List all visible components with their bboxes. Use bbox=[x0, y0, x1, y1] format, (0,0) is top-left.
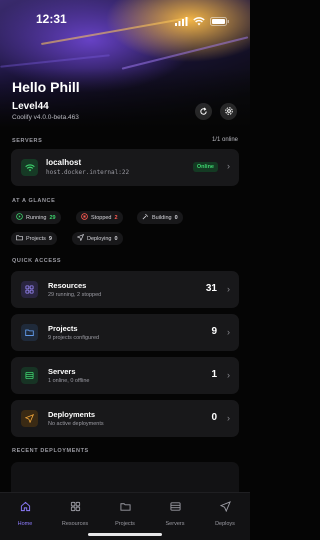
hero-streak bbox=[0, 54, 110, 68]
servers-online-summary: 1/1 online bbox=[211, 137, 238, 143]
send-icon bbox=[219, 499, 231, 517]
tab-label: Servers bbox=[165, 521, 185, 527]
wifi-icon bbox=[24, 159, 35, 177]
status-time: 12:31 bbox=[36, 12, 67, 26]
glance-value: 0 bbox=[114, 235, 118, 242]
quick-access-section-label: QUICK ACCESS bbox=[12, 258, 62, 264]
glance-value: 0 bbox=[174, 214, 178, 221]
folder-icon bbox=[119, 499, 131, 517]
glance-pill-running[interactable]: Running 29 bbox=[11, 211, 61, 224]
tab-deploys[interactable]: Deploys bbox=[200, 493, 250, 540]
qa-subtitle: 1 online, 0 offline bbox=[48, 378, 90, 384]
glance-value: 29 bbox=[49, 214, 56, 221]
send-icon bbox=[76, 233, 85, 243]
gear-icon bbox=[224, 103, 234, 121]
chevron-right-icon: › bbox=[227, 370, 230, 380]
server-icon bbox=[169, 499, 181, 517]
send-icon bbox=[24, 410, 35, 428]
refresh-icon bbox=[199, 103, 208, 121]
tab-label: Resources bbox=[61, 521, 89, 527]
grid-icon bbox=[25, 281, 34, 299]
server-host: host.docker.internal:22 bbox=[46, 169, 130, 176]
play-circle-icon bbox=[16, 213, 23, 222]
tab-label: Projects bbox=[115, 521, 135, 527]
chevron-right-icon: › bbox=[227, 327, 230, 337]
server-status-icon-box bbox=[21, 159, 38, 176]
glance-label: Deploying bbox=[87, 235, 112, 242]
hero-streak bbox=[121, 36, 249, 70]
glance-pill-deploying[interactable]: Deploying 0 bbox=[72, 232, 123, 245]
glance-pill-stopped[interactable]: Stopped 2 bbox=[76, 211, 123, 224]
tab-home[interactable]: Home bbox=[0, 493, 50, 540]
qa-title: Resources bbox=[48, 281, 87, 290]
quick-access-projects[interactable]: Projects 9 projects configured 9 › bbox=[11, 314, 239, 351]
quick-access-servers[interactable]: Servers 1 online, 0 offline 1 › bbox=[11, 357, 239, 394]
chevron-right-icon: › bbox=[227, 413, 230, 423]
home-icon bbox=[20, 499, 31, 517]
server-card-localhost[interactable]: localhost host.docker.internal:22 Online… bbox=[11, 149, 239, 186]
qa-title: Deployments bbox=[48, 410, 96, 419]
folder-icon bbox=[16, 234, 23, 243]
recent-deployments-list bbox=[11, 462, 239, 492]
folder-icon bbox=[25, 324, 34, 342]
qa-icon-box bbox=[21, 281, 38, 298]
servers-section-label: SERVERS bbox=[12, 138, 43, 144]
glance-value: 9 bbox=[48, 235, 52, 242]
recent-deployments-label: RECENT DEPLOYMENTS bbox=[12, 448, 89, 454]
home-indicator bbox=[88, 533, 162, 536]
status-bar: 12:31 bbox=[0, 10, 250, 28]
qa-subtitle: 29 running, 2 stopped bbox=[48, 292, 102, 298]
status-badge: Online bbox=[192, 162, 218, 172]
greeting-title: Hello Phill bbox=[12, 79, 80, 95]
tab-label: Home bbox=[17, 521, 33, 527]
qa-count: 0 bbox=[211, 412, 217, 423]
tab-label: Deploys bbox=[215, 521, 235, 527]
version-label: Coolify v4.0.0-beta.463 bbox=[12, 114, 79, 121]
glance-label: Projects bbox=[26, 235, 46, 242]
qa-count: 31 bbox=[205, 283, 217, 294]
glance-pill-projects[interactable]: Projects 9 bbox=[11, 232, 57, 245]
glance-label: Running bbox=[26, 214, 47, 221]
wifi-status-icon bbox=[193, 13, 205, 31]
glance-label: Stopped bbox=[91, 214, 112, 221]
team-name: Level44 bbox=[12, 101, 49, 112]
qa-title: Projects bbox=[48, 324, 78, 333]
qa-count: 9 bbox=[211, 326, 217, 337]
qa-icon-box bbox=[21, 410, 38, 427]
server-name: localhost bbox=[46, 158, 82, 167]
glance-label: Building bbox=[152, 214, 172, 221]
server-icon bbox=[25, 367, 34, 385]
battery-icon bbox=[210, 13, 230, 31]
glance-value: 2 bbox=[114, 214, 118, 221]
qa-icon-box bbox=[21, 367, 38, 384]
chevron-right-icon: › bbox=[227, 161, 230, 171]
quick-access-deployments[interactable]: Deployments No active deployments 0 › bbox=[11, 400, 239, 437]
glance-section-label: AT A GLANCE bbox=[12, 198, 56, 204]
quick-access-resources[interactable]: Resources 29 running, 2 stopped 31 › bbox=[11, 271, 239, 308]
glance-pill-building[interactable]: Building 0 bbox=[137, 211, 183, 224]
qa-title: Servers bbox=[48, 367, 76, 376]
cellular-icon bbox=[175, 13, 188, 31]
qa-subtitle: No active deployments bbox=[48, 421, 104, 427]
hammer-icon bbox=[142, 213, 149, 222]
settings-button[interactable] bbox=[220, 103, 237, 120]
refresh-button[interactable] bbox=[195, 103, 212, 120]
stop-circle-icon bbox=[81, 213, 88, 222]
qa-count: 1 bbox=[211, 369, 217, 380]
chevron-right-icon: › bbox=[227, 284, 230, 294]
qa-icon-box bbox=[21, 324, 38, 341]
grid-icon bbox=[70, 499, 81, 517]
qa-subtitle: 9 projects configured bbox=[48, 335, 100, 341]
